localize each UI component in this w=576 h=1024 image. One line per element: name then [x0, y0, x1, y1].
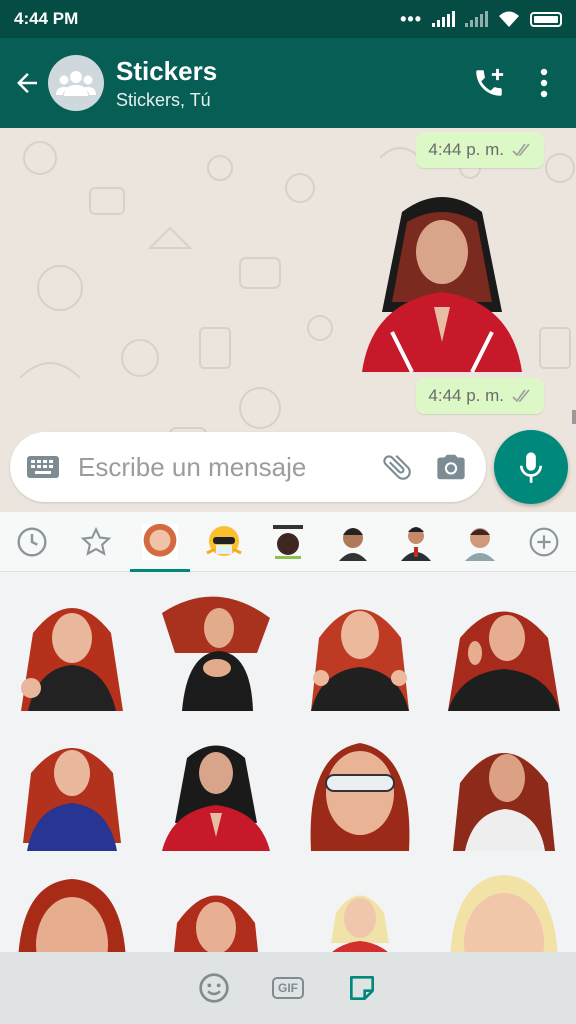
- sticker-pack-thumbnail: [465, 527, 495, 561]
- signal-2-icon: [465, 11, 488, 27]
- chat-header: Stickers Stickers, Tú: [0, 38, 576, 128]
- group-avatar[interactable]: [48, 55, 104, 111]
- sticker-item[interactable]: [432, 582, 576, 722]
- sticker-item[interactable]: [0, 582, 144, 722]
- keyboard-icon[interactable]: [26, 455, 60, 479]
- tab-sticker-pack-3[interactable]: [256, 512, 320, 572]
- double-check-icon: [512, 143, 530, 157]
- sticker-item[interactable]: [288, 722, 432, 862]
- sticker-image: [162, 745, 270, 851]
- wifi-icon: [499, 11, 519, 27]
- sticker-pack-thumbnail: [401, 526, 431, 561]
- status-time: 4:44 PM: [14, 9, 79, 28]
- tab-sticker-pack-5[interactable]: [384, 512, 448, 572]
- message-bubble[interactable]: 4:44 p. m.: [416, 378, 544, 414]
- sticker-item[interactable]: [432, 722, 576, 862]
- tab-sticker-pack-1[interactable]: [128, 512, 192, 572]
- attach-icon[interactable]: [380, 450, 414, 484]
- sticker-message[interactable]: [352, 182, 532, 382]
- arrow-left-icon: [17, 73, 37, 93]
- chat-title-block[interactable]: Stickers Stickers, Tú: [116, 56, 217, 111]
- sticker-pack-thumbnail: [273, 524, 303, 559]
- sticker-pack-thumbnail: [339, 527, 367, 561]
- sticker-image: [453, 753, 555, 851]
- tab-sticker-pack-2[interactable]: [192, 512, 256, 572]
- plus-circle-icon: [529, 527, 559, 556]
- chat-subtitle: Stickers, Tú: [116, 89, 211, 110]
- sticker-icon: [350, 976, 374, 1000]
- emoji-picker-bottom-bar: GIF: [0, 952, 576, 1024]
- sticker-image: [448, 611, 560, 711]
- sticker-item[interactable]: [288, 582, 432, 722]
- sticker-tab-button[interactable]: [345, 971, 379, 1005]
- tab-sticker-pack-4[interactable]: [320, 512, 384, 572]
- message-time: 4:44 p. m.: [428, 386, 504, 405]
- sticker-image: [311, 609, 409, 711]
- message-input[interactable]: Escribe un mensaje: [78, 452, 380, 483]
- chat-title: Stickers: [116, 55, 218, 86]
- star-icon: [80, 526, 112, 556]
- tab-add-sticker-pack[interactable]: [512, 512, 576, 572]
- voice-message-button[interactable]: [494, 430, 568, 504]
- scrollbar[interactable]: [572, 410, 576, 424]
- sticker-image: [162, 596, 270, 711]
- signal-icon: [432, 11, 455, 27]
- emoji-icon: [199, 973, 229, 1003]
- sticker-image: [21, 608, 123, 711]
- gif-tab-button[interactable]: GIF: [271, 971, 305, 1005]
- message-bubble[interactable]: 4:44 p. m.: [416, 132, 544, 168]
- notification-dots: •••: [400, 8, 422, 29]
- clock-icon: [17, 526, 47, 557]
- tab-favorites[interactable]: [64, 512, 128, 572]
- battery-icon: [530, 11, 562, 27]
- back-button[interactable]: [2, 58, 52, 108]
- tab-sticker-pack-6[interactable]: [448, 512, 512, 572]
- sticker-image: [23, 748, 121, 851]
- emoji-tab-button[interactable]: [197, 971, 231, 1005]
- message-time: 4:44 p. m.: [428, 140, 504, 159]
- sticker-item[interactable]: [144, 582, 288, 722]
- microphone-icon: [519, 452, 543, 483]
- camera-icon[interactable]: [434, 452, 468, 482]
- gif-icon: GIF: [272, 977, 304, 999]
- message-input-bar[interactable]: Escribe un mensaje: [10, 432, 486, 502]
- sticker-item[interactable]: [0, 722, 144, 862]
- sticker-pack-thumbnail: [142, 523, 178, 560]
- sticker-grid: [0, 572, 576, 1002]
- sticker-pack-thumbnail: [206, 525, 242, 556]
- sticker-picker: [0, 512, 576, 991]
- status-bar: 4:44 PM •••: [0, 0, 576, 38]
- more-options-icon[interactable]: [540, 68, 548, 98]
- sticker-image: [310, 743, 410, 851]
- group-icon: [56, 71, 96, 96]
- double-check-icon: [512, 389, 530, 403]
- add-call-icon[interactable]: [472, 66, 506, 100]
- sticker-item[interactable]: [144, 722, 288, 862]
- tab-recent[interactable]: [0, 512, 64, 572]
- sticker-pack-tabs: [0, 512, 576, 572]
